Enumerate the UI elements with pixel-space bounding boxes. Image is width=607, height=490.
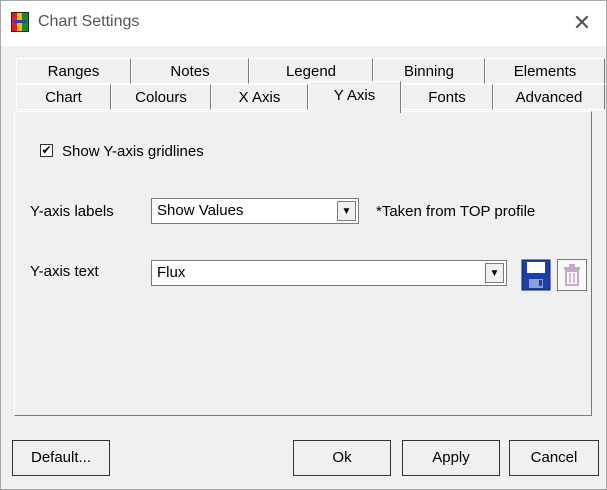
title-bar: Chart Settings ✕ — [1, 1, 606, 46]
close-icon[interactable]: ✕ — [566, 7, 598, 39]
save-floppy-icon[interactable] — [521, 259, 551, 291]
tab-advanced[interactable]: Advanced — [493, 84, 605, 110]
ok-button[interactable]: Ok — [293, 440, 391, 476]
app-logo-icon — [11, 12, 29, 32]
default-button[interactable]: Default... — [12, 440, 110, 476]
window-title: Chart Settings — [38, 13, 140, 30]
trash-icon[interactable] — [557, 259, 587, 291]
gridlines-label: Show Y-axis gridlines — [62, 143, 204, 160]
y-axis-text-combobox[interactable]: Flux ▼ — [151, 260, 507, 286]
y-axis-text-label: Y-axis text — [30, 263, 99, 280]
dropdown-arrow-icon[interactable]: ▼ — [485, 263, 504, 283]
cancel-button[interactable]: Cancel — [509, 440, 599, 476]
y-axis-labels-value: Show Values — [157, 202, 244, 219]
tab-colours[interactable]: Colours — [111, 84, 211, 110]
tab-x-axis[interactable]: X Axis — [211, 84, 308, 110]
apply-button[interactable]: Apply — [402, 440, 500, 476]
labels-note: *Taken from TOP profile — [376, 203, 536, 220]
y-axis-text-value: Flux — [157, 264, 186, 281]
tab-elements[interactable]: Elements — [485, 58, 605, 84]
dropdown-arrow-icon[interactable]: ▼ — [337, 201, 356, 221]
tab-y-axis[interactable]: Y Axis — [308, 81, 401, 113]
tab-notes[interactable]: Notes — [131, 58, 249, 84]
gridlines-checkbox[interactable]: ✔ — [40, 144, 53, 157]
y-axis-labels-select[interactable]: Show Values ▼ — [151, 198, 359, 224]
tab-ranges[interactable]: Ranges — [16, 58, 131, 84]
y-axis-labels-label: Y-axis labels — [30, 203, 114, 220]
chart-settings-window: Chart Settings ✕ Ranges Notes Legend Bin… — [0, 0, 607, 490]
tab-chart[interactable]: Chart — [16, 84, 111, 110]
tab-fonts[interactable]: Fonts — [401, 84, 493, 110]
